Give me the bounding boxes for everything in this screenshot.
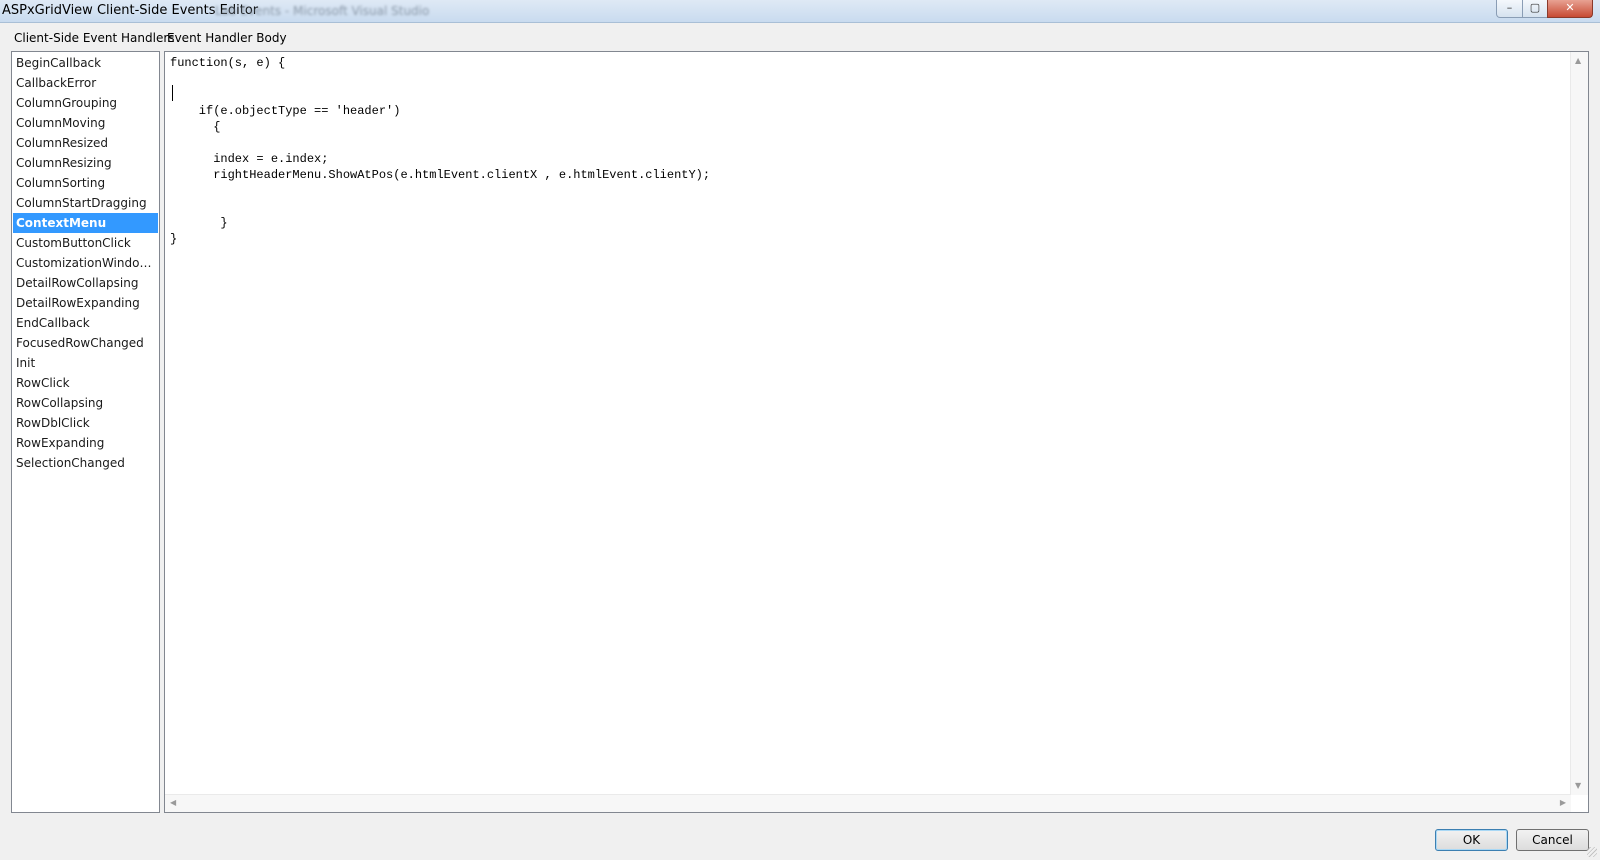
maximize-icon: ▢ xyxy=(1529,1,1541,14)
handler-body-label: Event Handler Body xyxy=(167,31,287,45)
ok-button[interactable]: OK xyxy=(1435,829,1508,851)
maximize-button[interactable]: ▢ xyxy=(1522,0,1548,18)
title-bar: ASPxGridView Client-Side Events Editor L… xyxy=(0,0,1600,23)
handler-item[interactable]: SelectionChanged xyxy=(13,453,158,473)
vertical-scrollbar[interactable]: ▲ ▼ xyxy=(1570,52,1588,795)
handler-item[interactable]: ColumnStartDragging xyxy=(13,193,158,213)
code-line: rightHeaderMenu.ShowAtPos(e.htmlEvent.cl… xyxy=(170,168,711,182)
resize-grip-icon[interactable] xyxy=(1587,847,1597,857)
code-line: } xyxy=(170,216,228,230)
code-line: function(s, e) { xyxy=(170,56,286,70)
handler-item[interactable]: RowCollapsing xyxy=(13,393,158,413)
scroll-left-icon[interactable]: ◀ xyxy=(170,798,176,808)
handler-item[interactable]: RowDblClick xyxy=(13,413,158,433)
handler-item[interactable]: CallbackError xyxy=(13,73,158,93)
handler-item[interactable]: RowExpanding xyxy=(13,433,158,453)
close-button[interactable]: ✕ xyxy=(1547,0,1593,18)
handler-item[interactable]: ContextMenu xyxy=(13,213,158,233)
minimize-icon: – xyxy=(1506,1,1513,14)
handler-item[interactable]: ColumnResizing xyxy=(13,153,158,173)
horizontal-scrollbar[interactable]: ◀ ▶ xyxy=(165,794,1571,812)
handler-item[interactable]: EndCallback xyxy=(13,313,158,333)
handlers-label: Client-Side Event Handlers xyxy=(14,31,175,45)
code-editor[interactable]: function(s, e) { if(e.objectType == 'hea… xyxy=(164,51,1589,813)
handler-item[interactable]: Init xyxy=(13,353,158,373)
handler-list[interactable]: BeginCallback CallbackError ColumnGrouping… xyxy=(11,51,160,813)
handler-item[interactable]: ColumnMoving xyxy=(13,113,158,133)
text-caret xyxy=(172,85,173,101)
handler-item[interactable]: ColumnResized xyxy=(13,133,158,153)
code-line: } xyxy=(170,232,178,246)
code-text-area[interactable]: function(s, e) { if(e.objectType == 'hea… xyxy=(170,55,1568,794)
scroll-right-icon[interactable]: ▶ xyxy=(1560,798,1566,808)
minimize-button[interactable]: – xyxy=(1496,0,1523,18)
handler-item[interactable]: BeginCallback xyxy=(13,53,158,73)
close-icon: ✕ xyxy=(1565,1,1575,14)
code-line: if(e.objectType == 'header') xyxy=(170,104,401,118)
scroll-down-icon[interactable]: ▼ xyxy=(1575,781,1581,791)
handler-item[interactable]: FocusedRowChanged xyxy=(13,333,158,353)
handler-item[interactable]: DetailRowCollapsing xyxy=(13,273,158,293)
handler-item[interactable]: ColumnSorting xyxy=(13,173,158,193)
handler-item[interactable]: ColumnGrouping xyxy=(13,93,158,113)
background-window-title: Lab Events - Microsoft Visual Studio xyxy=(215,4,430,18)
scroll-up-icon[interactable]: ▲ xyxy=(1575,56,1581,66)
cancel-button[interactable]: Cancel xyxy=(1516,829,1589,851)
handler-item[interactable]: DetailRowExpanding xyxy=(13,293,158,313)
handler-item[interactable]: CustomButtonClick xyxy=(13,233,158,253)
handler-item[interactable]: RowClick xyxy=(13,373,158,393)
code-line: index = e.index; xyxy=(170,152,329,166)
handler-item[interactable]: CustomizationWindowC... xyxy=(13,253,158,273)
code-line: { xyxy=(170,120,221,134)
